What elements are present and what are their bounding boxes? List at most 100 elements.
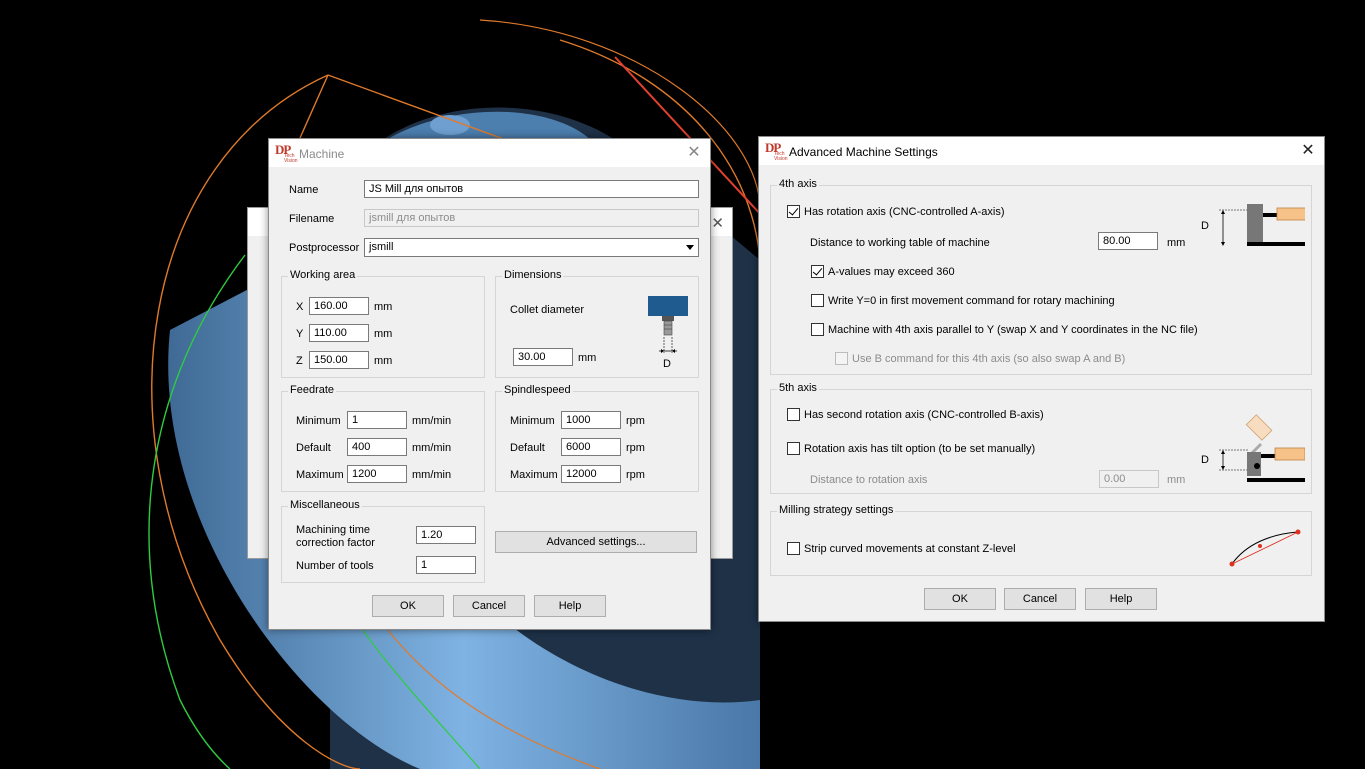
number-of-tools-label: Number of tools xyxy=(296,560,374,572)
name-label: Name xyxy=(289,184,319,196)
spindle-min-unit: rpm xyxy=(626,415,645,427)
distance-table-label: Distance to working table of machine xyxy=(810,237,990,249)
feed-max-unit: mm/min xyxy=(412,469,452,481)
close-icon[interactable]: ✕ xyxy=(1298,141,1318,161)
chevron-down-icon[interactable] xyxy=(686,245,694,250)
axis5-group: 5th axis Has second rotation axis (CNC-c… xyxy=(770,382,1312,494)
spindle-default-input[interactable]: 6000 xyxy=(561,438,621,456)
curve-diagram-icon xyxy=(1229,529,1301,567)
parallel-y-checkbox[interactable] xyxy=(811,323,824,336)
close-icon[interactable]: ✕ xyxy=(684,143,704,163)
x-unit: mm xyxy=(374,301,393,313)
spindlespeed-title: Spindlespeed xyxy=(502,384,573,396)
working-area-group: Working area X 160.00 mm Y 110.00 mm Z 1… xyxy=(281,269,485,378)
logo-subtext: Tech Vision xyxy=(774,151,788,162)
feedrate-title: Feedrate xyxy=(288,384,337,396)
filename-input: jsmill для опытов xyxy=(364,209,699,227)
y-unit: mm xyxy=(374,328,393,340)
miscellaneous-group: Miscellaneous Machining time correction … xyxy=(281,499,485,583)
number-of-tools-input[interactable]: 1 xyxy=(416,556,476,574)
axis4-group: 4th axis Has rotation axis (CNC-controll… xyxy=(770,178,1312,375)
z-unit: mm xyxy=(374,355,393,367)
distance-rotation-input: 0.00 xyxy=(1099,470,1159,488)
title-bar[interactable]: DP Tech Vision Machine ✕ xyxy=(269,139,710,167)
milling-strategy-group: Milling strategy settings Strip curved m… xyxy=(770,504,1312,576)
feedrate-group: Feedrate Minimum 1 mm/min Default 400 mm… xyxy=(281,384,485,492)
spindle-min-input[interactable]: 1000 xyxy=(561,411,621,429)
postprocessor-select[interactable]: jsmill xyxy=(364,238,699,257)
miscellaneous-title: Miscellaneous xyxy=(288,499,362,511)
feed-default-label: Default xyxy=(296,442,331,454)
feed-max-input[interactable]: 1200 xyxy=(347,465,407,483)
postprocessor-label: Postprocessor xyxy=(289,242,360,254)
dialog-title: Machine xyxy=(299,147,345,161)
collet-d-label: D xyxy=(663,358,671,370)
name-input[interactable]: JS Mill для опытов xyxy=(364,180,699,198)
distance-rotation-unit: mm xyxy=(1167,474,1186,486)
spindle-max-input[interactable]: 12000 xyxy=(561,465,621,483)
y-label: Y xyxy=(296,328,304,340)
machine-dialog: DP Tech Vision Machine ✕ Name JS Mill дл… xyxy=(268,138,711,630)
axis5-diagram-icon xyxy=(1219,414,1305,482)
has-rotation-label: Has rotation axis (CNC-controlled A-axis… xyxy=(804,206,1005,218)
feed-default-input[interactable]: 400 xyxy=(347,438,407,456)
app-logo-icon: DP Tech Vision xyxy=(765,140,788,162)
feed-min-label: Minimum xyxy=(296,415,341,427)
app-logo-icon: DP Tech Vision xyxy=(275,142,298,164)
axis4-title: 4th axis xyxy=(777,178,819,190)
milling-strategy-title: Milling strategy settings xyxy=(777,504,896,516)
use-b-command-label: Use B command for this 4th axis (so also… xyxy=(852,353,1126,365)
dialog-title: Advanced Machine Settings xyxy=(789,145,938,159)
spindle-max-unit: rpm xyxy=(626,469,645,481)
dimensions-group: Dimensions Collet diameter 30.00 mm D xyxy=(495,269,699,378)
y-input[interactable]: 110.00 xyxy=(309,324,369,342)
close-icon: ✕ xyxy=(711,215,724,232)
a-values-exceed-label: A-values may exceed 360 xyxy=(828,266,955,278)
feed-max-label: Maximum xyxy=(296,469,344,481)
feed-min-input[interactable]: 1 xyxy=(347,411,407,429)
use-b-command-checkbox xyxy=(835,352,848,365)
z-label: Z xyxy=(296,355,303,367)
cancel-button[interactable]: Cancel xyxy=(1004,588,1076,610)
advanced-settings-button[interactable]: Advanced settings... xyxy=(495,531,697,553)
write-y0-label: Write Y=0 in first movement command for … xyxy=(828,295,1115,307)
help-button[interactable]: Help xyxy=(1085,588,1157,610)
x-input[interactable]: 160.00 xyxy=(309,297,369,315)
axis4-diagram-icon xyxy=(1219,204,1305,246)
spindle-min-label: Minimum xyxy=(510,415,555,427)
axis5-d-label: D xyxy=(1201,454,1209,466)
postprocessor-value: jsmill xyxy=(369,241,394,253)
strip-curved-label: Strip curved movements at constant Z-lev… xyxy=(804,543,1016,555)
spindle-default-label: Default xyxy=(510,442,545,454)
cancel-button[interactable]: Cancel xyxy=(453,595,525,617)
help-button[interactable]: Help xyxy=(534,595,606,617)
tilt-option-label: Rotation axis has tilt option (to be set… xyxy=(804,443,1036,455)
x-label: X xyxy=(296,301,304,313)
dimensions-title: Dimensions xyxy=(502,269,564,281)
ok-button[interactable]: OK xyxy=(924,588,996,610)
collet-unit: mm xyxy=(578,352,597,364)
tilt-option-checkbox[interactable] xyxy=(787,442,800,455)
write-y0-checkbox[interactable] xyxy=(811,294,824,307)
second-rotation-checkbox[interactable] xyxy=(787,408,800,421)
feed-default-unit: mm/min xyxy=(412,442,452,454)
has-rotation-checkbox[interactable] xyxy=(787,205,800,218)
collet-diameter-label: Collet diameter xyxy=(510,304,584,316)
second-rotation-label: Has second rotation axis (CNC-controlled… xyxy=(804,409,1044,421)
a-values-exceed-checkbox[interactable] xyxy=(811,265,824,278)
collet-diameter-input[interactable]: 30.00 xyxy=(513,348,573,366)
parallel-y-label: Machine with 4th axis parallel to Y (swa… xyxy=(828,324,1198,336)
mtcf-label-line2: correction factor xyxy=(296,537,375,549)
working-area-title: Working area xyxy=(288,269,358,281)
feed-min-unit: mm/min xyxy=(412,415,452,427)
strip-curved-checkbox[interactable] xyxy=(787,542,800,555)
z-input[interactable]: 150.00 xyxy=(309,351,369,369)
title-bar[interactable]: DP Tech Vision Advanced Machine Settings… xyxy=(759,137,1324,165)
mtcf-label-line1: Machining time xyxy=(296,524,370,536)
spindle-default-unit: rpm xyxy=(626,442,645,454)
distance-table-input[interactable]: 80.00 xyxy=(1098,232,1158,250)
mtcf-input[interactable]: 1.20 xyxy=(416,526,476,544)
ok-button[interactable]: OK xyxy=(372,595,444,617)
logo-subtext: Tech Vision xyxy=(284,153,298,164)
spindle-max-label: Maximum xyxy=(510,469,558,481)
